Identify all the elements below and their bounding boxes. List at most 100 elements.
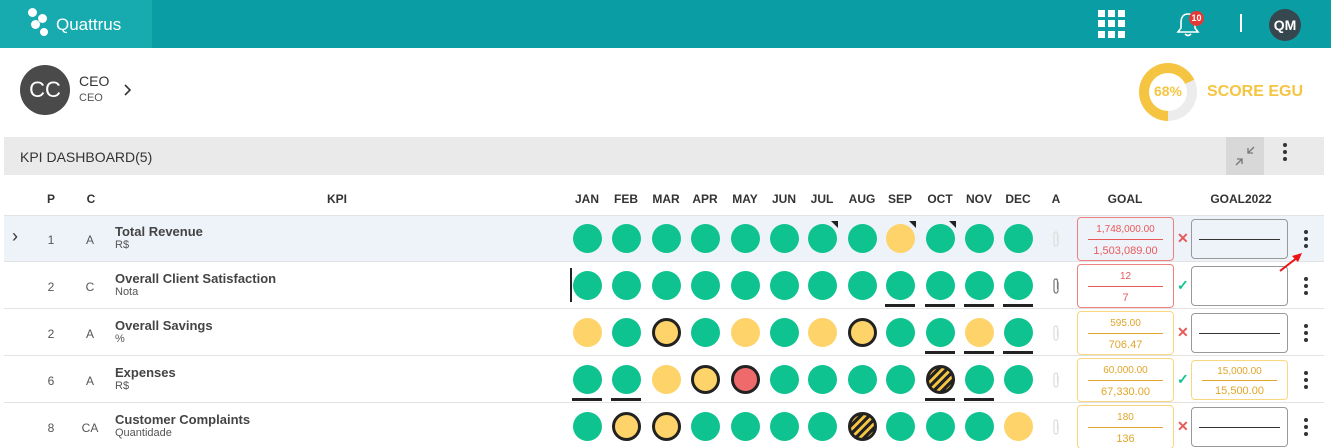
status-dot-mar[interactable]: [652, 365, 681, 394]
status-dot-mar[interactable]: [652, 224, 681, 253]
status-dot-jun[interactable]: [770, 271, 799, 300]
status-underline: [572, 398, 602, 401]
status-dot-feb[interactable]: [612, 412, 641, 441]
status-dot-jan[interactable]: [573, 365, 602, 394]
kpi-name[interactable]: Overall Client Satisfaction: [115, 271, 276, 286]
goal-box[interactable]: 12 7: [1077, 264, 1174, 308]
status-dot-jan[interactable]: [573, 271, 602, 300]
status-dot-nov[interactable]: [965, 318, 994, 347]
status-dot-sep[interactable]: [886, 271, 915, 300]
status-dot-may[interactable]: [731, 412, 760, 441]
status-dot-oct[interactable]: [926, 271, 955, 300]
status-dot-oct[interactable]: [926, 412, 955, 441]
status-dot-oct[interactable]: [926, 318, 955, 347]
goal-target: 60,000.00: [1103, 365, 1148, 376]
status-dot-jul[interactable]: [808, 365, 837, 394]
status-dot-mar[interactable]: [652, 318, 681, 347]
user-avatar[interactable]: QM: [1269, 9, 1301, 41]
goal2022-box[interactable]: [1191, 407, 1288, 447]
profile-avatar[interactable]: CC: [20, 65, 70, 115]
status-dot-mar[interactable]: [652, 412, 681, 441]
status-dot-apr[interactable]: [691, 271, 720, 300]
status-dot-jan[interactable]: [573, 224, 602, 253]
status-dot-jul[interactable]: [808, 318, 837, 347]
more-vertical-icon[interactable]: [1303, 418, 1309, 436]
brand[interactable]: Quattrus: [0, 0, 152, 48]
status-dot-apr[interactable]: [691, 224, 720, 253]
status-dot-jun[interactable]: [770, 318, 799, 347]
status-dot-aug[interactable]: [848, 318, 877, 347]
status-dot-apr[interactable]: [691, 318, 720, 347]
profile-role: CEO: [79, 73, 110, 89]
status-dot-jun[interactable]: [770, 412, 799, 441]
status-dot-feb[interactable]: [612, 271, 641, 300]
kpi-name[interactable]: Customer Complaints: [115, 412, 250, 427]
status-dot-feb[interactable]: [612, 365, 641, 394]
status-dot-nov[interactable]: [965, 224, 994, 253]
status-dot-nov[interactable]: [965, 365, 994, 394]
goal-box[interactable]: 180 136: [1077, 405, 1174, 448]
status-dot-nov[interactable]: [965, 412, 994, 441]
status-dot-apr[interactable]: [691, 365, 720, 394]
status-dot-oct[interactable]: [926, 224, 955, 253]
more-vertical-icon[interactable]: [1303, 371, 1309, 389]
chevron-right-icon[interactable]: [123, 83, 133, 97]
status-dot-jun[interactable]: [770, 365, 799, 394]
paperclip-icon[interactable]: [1050, 372, 1062, 388]
status-dot-sep[interactable]: [886, 318, 915, 347]
status-dot-may[interactable]: [731, 318, 760, 347]
goal-box[interactable]: 60,000.00 67,330.00: [1077, 358, 1174, 402]
paperclip-icon[interactable]: [1050, 278, 1062, 294]
status-dot-dec[interactable]: [1004, 412, 1033, 441]
status-dot-may[interactable]: [731, 224, 760, 253]
apps-grid-icon[interactable]: [1098, 10, 1126, 38]
status-dot-aug[interactable]: [848, 224, 877, 253]
status-dot-sep[interactable]: [886, 365, 915, 394]
goal2022-box[interactable]: [1191, 313, 1288, 353]
status-dot-dec[interactable]: [1004, 224, 1033, 253]
collapse-button[interactable]: [1226, 137, 1264, 175]
kpi-name[interactable]: Overall Savings: [115, 318, 213, 333]
status-dot-dec[interactable]: [1004, 271, 1033, 300]
paperclip-icon[interactable]: [1050, 325, 1062, 341]
expand-row-icon[interactable]: ›: [12, 227, 18, 245]
paperclip-icon[interactable]: [1050, 231, 1062, 247]
goal2022-box[interactable]: 15,000.00 15,500.00: [1191, 360, 1288, 400]
status-dot-aug[interactable]: [848, 271, 877, 300]
status-dot-jul[interactable]: [808, 412, 837, 441]
status-dot-jan[interactable]: [573, 412, 602, 441]
status-dot-aug[interactable]: [848, 412, 877, 441]
app-name: Quattrus: [56, 15, 122, 34]
status-dot-feb[interactable]: [612, 224, 641, 253]
kpi-name[interactable]: Total Revenue: [115, 224, 203, 239]
more-vertical-icon[interactable]: [1303, 277, 1309, 295]
goal2022-box[interactable]: [1191, 219, 1288, 259]
status-dot-jun[interactable]: [770, 224, 799, 253]
goal-actual: 706.47: [1108, 339, 1143, 351]
status-dot-may[interactable]: [731, 365, 760, 394]
status-dot-mar[interactable]: [652, 271, 681, 300]
status-dot-apr[interactable]: [691, 412, 720, 441]
more-vertical-icon[interactable]: [1277, 143, 1293, 169]
status-dot-jan[interactable]: [573, 318, 602, 347]
status-dot-aug[interactable]: [848, 365, 877, 394]
goal2022-actual: 15,500.00: [1215, 385, 1264, 397]
status-dot-oct[interactable]: [926, 365, 955, 394]
status-dot-feb[interactable]: [612, 318, 641, 347]
status-dot-jul[interactable]: [808, 271, 837, 300]
cell-c: A: [85, 233, 94, 247]
more-vertical-icon[interactable]: [1303, 324, 1309, 342]
goal-box[interactable]: 1,748,000.00 1,503,089.00: [1077, 217, 1174, 261]
status-dot-sep[interactable]: [886, 224, 915, 253]
status-dot-may[interactable]: [731, 271, 760, 300]
status-dot-dec[interactable]: [1004, 365, 1033, 394]
status-dot-dec[interactable]: [1004, 318, 1033, 347]
status-dot-nov[interactable]: [965, 271, 994, 300]
goal-box[interactable]: 595.00 706.47: [1077, 311, 1174, 355]
paperclip-icon[interactable]: [1050, 419, 1062, 435]
kpi-name[interactable]: Expenses: [115, 365, 176, 380]
status-dot-jul[interactable]: [808, 224, 837, 253]
status-dot-sep[interactable]: [886, 412, 915, 441]
goal2022-box[interactable]: [1191, 266, 1288, 306]
more-vertical-icon[interactable]: [1303, 230, 1309, 248]
